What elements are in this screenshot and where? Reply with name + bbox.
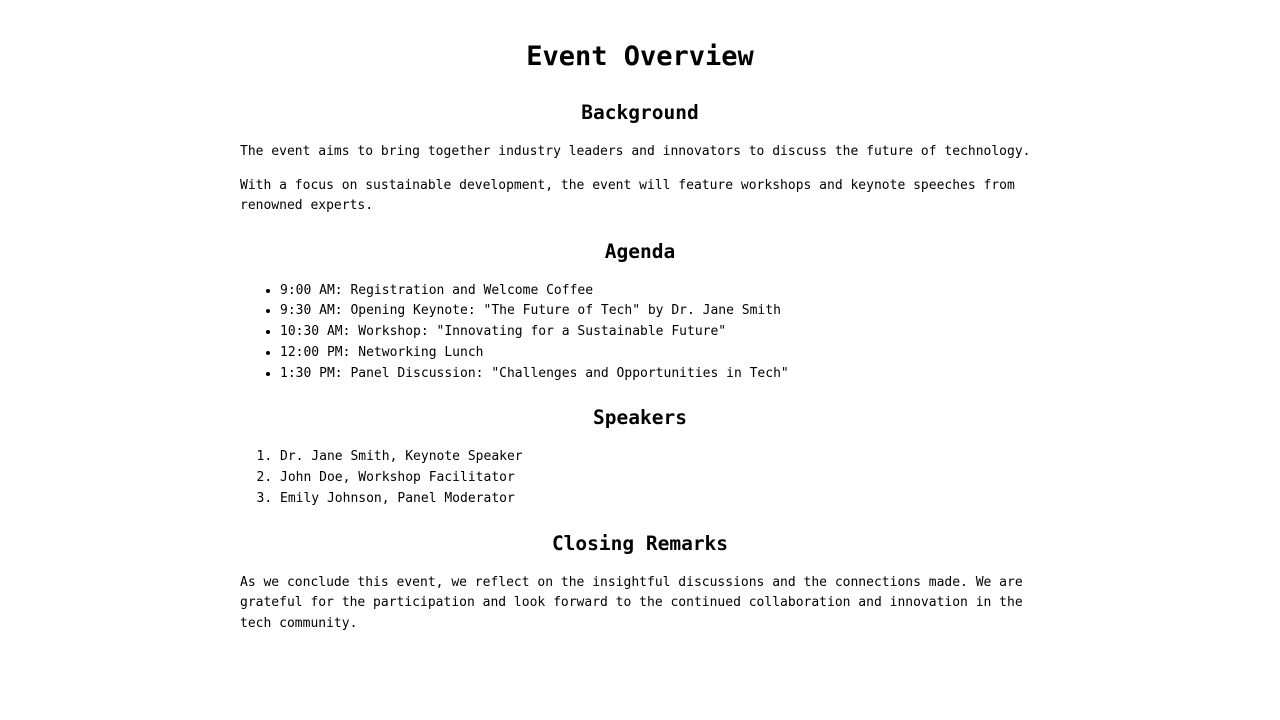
agenda-item: 9:00 AM: Registration and Welcome Coffee: [280, 281, 1040, 302]
page-title: Event Overview: [526, 41, 754, 72]
speaker-item: Emily Johnson, Panel Moderator: [280, 489, 1040, 510]
agenda-item: 1:30 PM: Panel Discussion: "Challenges a…: [280, 364, 1040, 385]
speaker-item: Dr. Jane Smith, Keynote Speaker: [280, 447, 1040, 468]
agenda-item: 9:30 AM: Opening Keynote: "The Future of…: [280, 301, 1040, 322]
agenda-heading: Agenda: [604, 239, 676, 263]
speaker-item: John Doe, Workshop Facilitator: [280, 468, 1040, 489]
agenda-section: Agenda 9:00 AM: Registration and Welcome…: [240, 239, 1040, 385]
closing-section: Closing Remarks As we conclude this even…: [240, 531, 1040, 635]
speakers-section: Speakers Dr. Jane Smith, Keynote Speaker…: [240, 405, 1040, 509]
background-heading: Background: [581, 101, 699, 124]
speakers-list: Dr. Jane Smith, Keynote Speaker John Doe…: [240, 447, 1040, 509]
agenda-item: 12:00 PM: Networking Lunch: [280, 343, 1040, 364]
closing-paragraph: As we conclude this event, we reflect on…: [240, 574, 1023, 631]
background-paragraph-2: With a focus on sustainable development,…: [240, 177, 1015, 214]
background-paragraph-1: The event aims to bring together industr…: [240, 144, 1031, 159]
agenda-list: 9:00 AM: Registration and Welcome Coffee…: [240, 281, 1040, 385]
closing-heading: Closing Remarks: [551, 531, 729, 555]
speakers-heading: Speakers: [593, 406, 687, 430]
background-section: Background The event aims to bring toget…: [240, 100, 1040, 217]
agenda-item: 10:30 AM: Workshop: "Innovating for a Su…: [280, 322, 1040, 343]
document: Event Overview Background The event aims…: [240, 0, 1040, 634]
